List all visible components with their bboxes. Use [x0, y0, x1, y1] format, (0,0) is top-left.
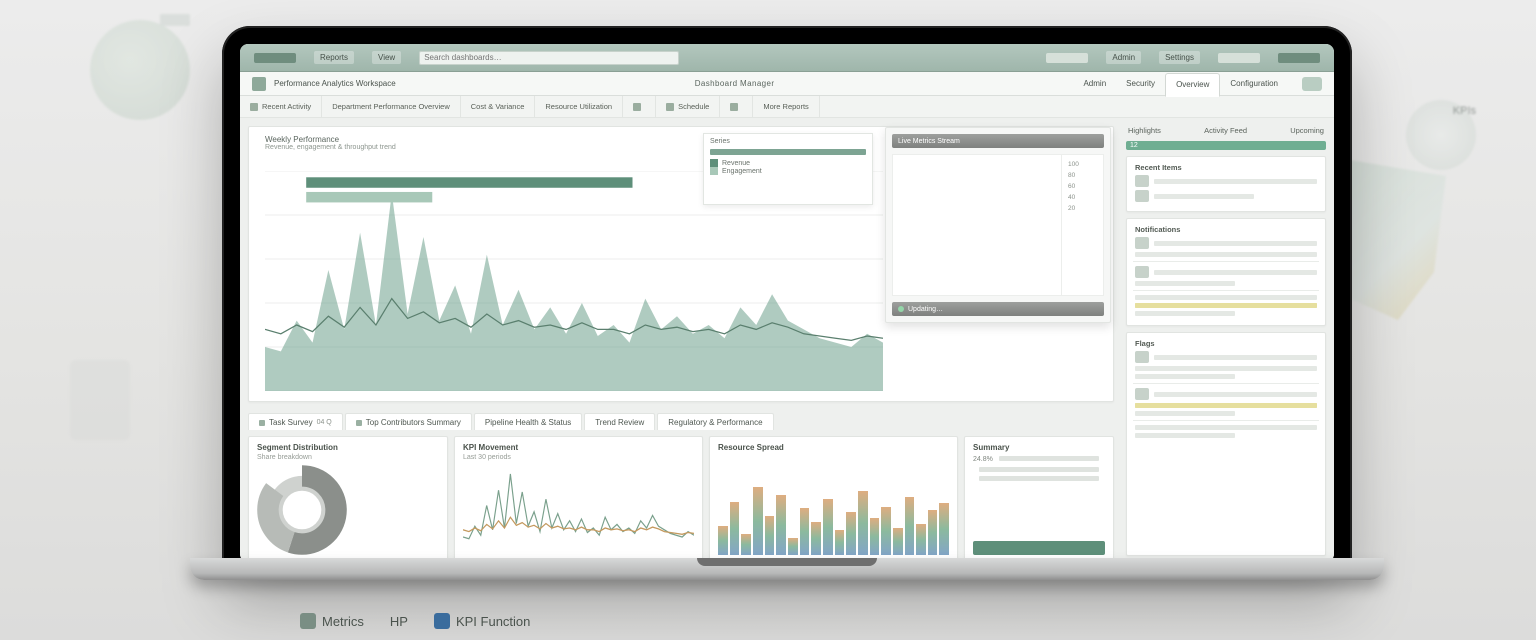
card1-sub: Share breakdown [257, 454, 439, 461]
side-card-a-title: Recent Items [1135, 163, 1317, 172]
live-metrics-footer: Updating… [908, 306, 943, 313]
header-link-admin[interactable]: Admin [1073, 79, 1116, 88]
toolbar-menu-reports[interactable]: Reports [314, 51, 354, 64]
doc-icon [1135, 266, 1149, 278]
legend-item-1: Revenue [722, 160, 750, 167]
toolbar-menu-view[interactable]: View [372, 51, 401, 64]
laptop-frame: Reports View Admin Settings Performance … [222, 26, 1352, 574]
live-metrics-panel[interactable]: Live Metrics Stream 100 80 60 40 20 U [885, 127, 1111, 323]
subtab-icon [259, 420, 265, 426]
filter-tab-5[interactable]: Schedule [656, 96, 720, 117]
status-dot-icon [898, 306, 904, 312]
settings-icon [730, 103, 738, 111]
side-card-notifications[interactable]: Notifications [1126, 218, 1326, 326]
live-metrics-header: Live Metrics Stream [892, 134, 1104, 148]
small-bar-chart [718, 458, 949, 555]
footer-item-2: KPI Function [456, 614, 530, 629]
subtab-3[interactable]: Trend Review [584, 413, 655, 430]
top-toolbar: Reports View Admin Settings [240, 44, 1334, 72]
metrics-icon [300, 613, 316, 629]
filter-tab-6[interactable] [720, 96, 753, 117]
subtab-1[interactable]: Top Contributors Summary [345, 413, 472, 430]
card3-title: Resource Spread [718, 443, 949, 452]
filter-tabs: Recent Activity Department Performance O… [240, 96, 1334, 118]
filter-icon [250, 103, 258, 111]
flag-icon [1135, 351, 1149, 363]
card-segment-distribution[interactable]: Segment Distribution Share breakdown [248, 436, 448, 562]
side-card-flags[interactable]: Flags [1126, 332, 1326, 556]
sub-tabs: Task Survey04 Q Top Contributors Summary… [248, 408, 1114, 430]
card-resource-spread[interactable]: Resource Spread [709, 436, 958, 562]
spark-chart [463, 465, 694, 555]
toolbar-pill-1[interactable] [254, 53, 296, 63]
header-tab-config[interactable]: Configuration [1220, 79, 1288, 88]
header-tab-overview[interactable]: Overview [1165, 73, 1220, 97]
side-card-recent[interactable]: Recent Items [1126, 156, 1326, 212]
main-chart-card: Weekly Performance Revenue, engagement &… [248, 126, 1114, 402]
chip-icon [633, 103, 641, 111]
card-summary[interactable]: Summary 24.8% [964, 436, 1114, 562]
toolbar-link-settings[interactable]: Settings [1159, 51, 1200, 64]
secondary-header: Performance Analytics Workspace Dashboar… [240, 72, 1334, 96]
background-decor-left [0, 0, 220, 640]
open-report-button[interactable] [973, 541, 1105, 555]
summary-value-1: 24.8% [973, 456, 993, 463]
side-column: Highlights Activity Feed Upcoming 12 Rec… [1122, 118, 1334, 562]
legend-item-2: Engagement [722, 168, 762, 175]
card1-title: Segment Distribution [257, 443, 439, 452]
calendar-icon [666, 103, 674, 111]
filter-tab-1[interactable]: Department Performance Overview [322, 96, 461, 117]
side-card-c-title: Flags [1135, 339, 1317, 348]
subtab-4[interactable]: Regulatory & Performance [657, 413, 773, 430]
flag-icon [1135, 388, 1149, 400]
kpi-icon [434, 613, 450, 629]
bg-kpi-label: KPIs [1453, 105, 1476, 117]
thumb-icon [1135, 175, 1149, 187]
subtab-0[interactable]: Task Survey04 Q [248, 413, 343, 430]
header-center-title: Dashboard Manager [396, 79, 1074, 88]
subtab-2[interactable]: Pipeline Health & Status [474, 413, 582, 430]
toolbar-link-admin[interactable]: Admin [1106, 51, 1141, 64]
side-head-2: Activity Feed [1204, 126, 1247, 135]
card4-title: Summary [973, 443, 1105, 452]
app-screen: Reports View Admin Settings Performance … [240, 44, 1334, 562]
filter-tab-3[interactable]: Resource Utilization [535, 96, 623, 117]
toolbar-chip-2[interactable] [1218, 53, 1260, 63]
card-kpi-movement[interactable]: KPI Movement Last 30 periods [454, 436, 703, 562]
laptop-base [190, 558, 1384, 580]
bell-icon [1135, 237, 1149, 249]
filter-tab-2[interactable]: Cost & Variance [461, 96, 536, 117]
card2-title: KPI Movement [463, 443, 694, 452]
side-head-3: Upcoming [1290, 126, 1324, 135]
side-count-badge: 12 [1126, 141, 1326, 150]
card2-sub: Last 30 periods [463, 454, 694, 461]
filter-tab-7[interactable]: More Reports [753, 96, 819, 117]
brand-icon [252, 77, 266, 91]
footer-item-1: HP [390, 614, 408, 629]
filter-tab-4[interactable] [623, 96, 656, 117]
filter-tab-0[interactable]: Recent Activity [240, 96, 322, 117]
toolbar-chip-3[interactable] [1278, 53, 1320, 63]
thumb-icon [1135, 190, 1149, 202]
user-avatar[interactable] [1302, 77, 1322, 91]
lower-cards-row: Segment Distribution Share breakdown KPI… [248, 436, 1114, 556]
subtab-icon [356, 420, 362, 426]
footer-item-0: Metrics [322, 614, 364, 629]
legend-title: Series [710, 138, 866, 145]
toolbar-search-input[interactable] [419, 51, 679, 65]
live-metrics-scale: 100 80 60 40 20 [1061, 155, 1103, 295]
donut-chart [257, 465, 347, 555]
side-card-b-title: Notifications [1135, 225, 1317, 234]
chart-legend-box: Series Revenue Engagement [703, 133, 873, 205]
page-footer: Metrics HP KPI Function [0, 608, 1536, 634]
header-link-security[interactable]: Security [1116, 79, 1165, 88]
workspace-title: Performance Analytics Workspace [274, 79, 396, 88]
toolbar-chip-1[interactable] [1046, 53, 1088, 63]
side-head-1: Highlights [1128, 126, 1161, 135]
